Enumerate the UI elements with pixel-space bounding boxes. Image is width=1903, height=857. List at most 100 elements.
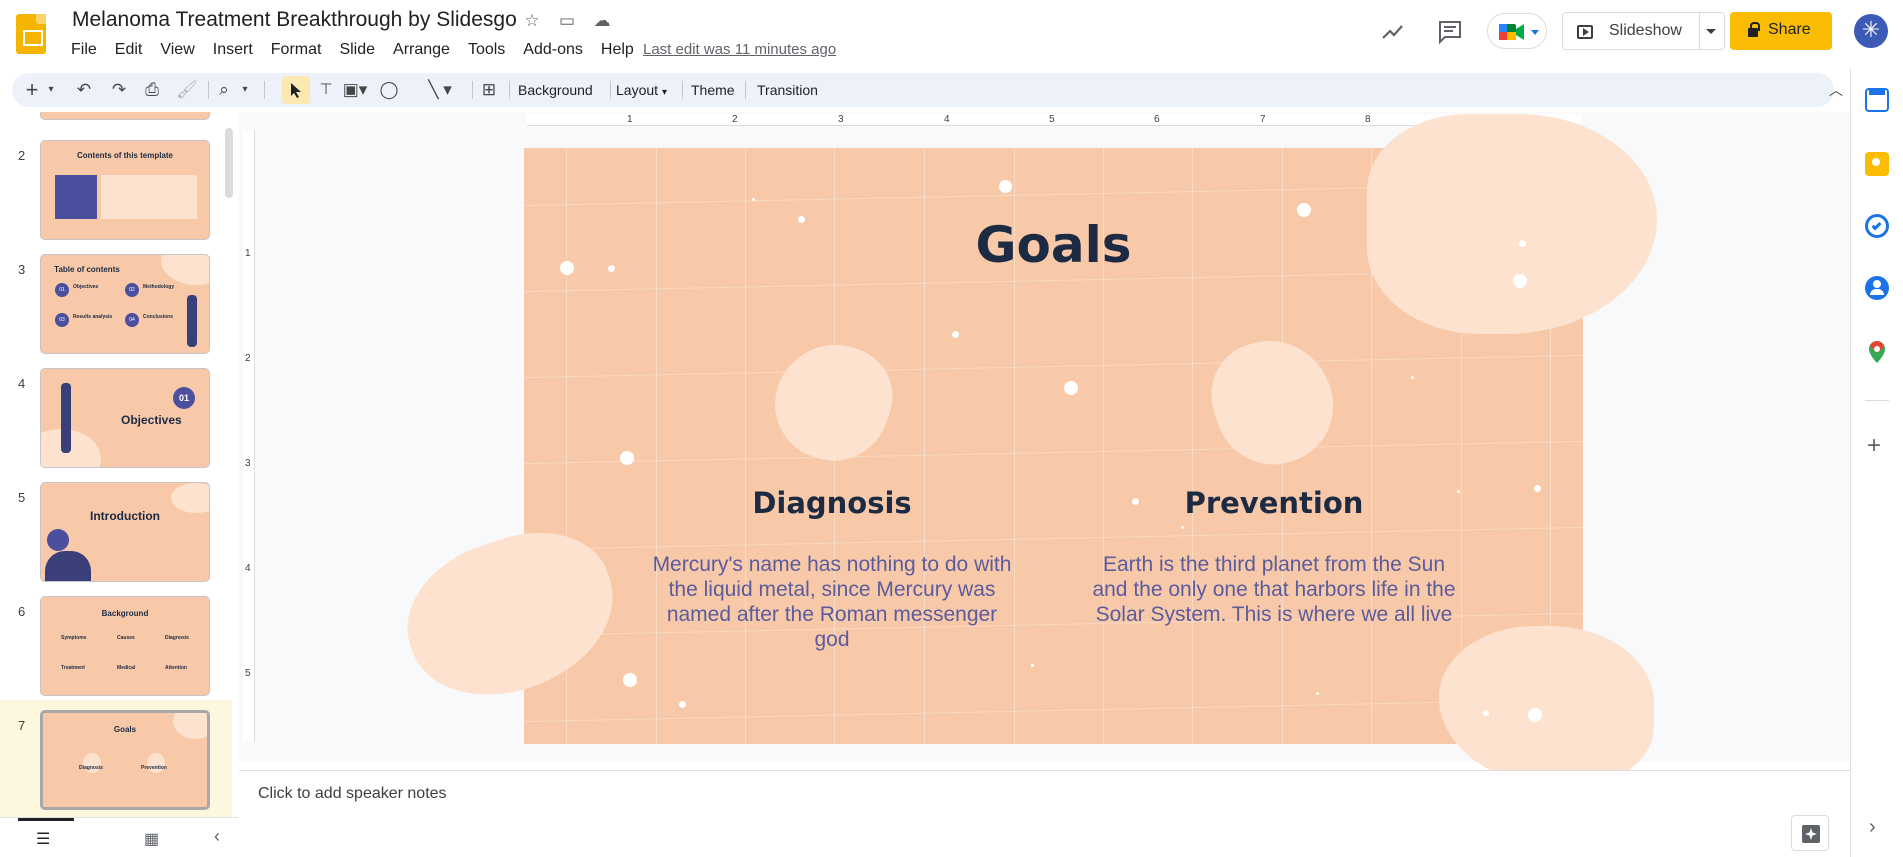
slide-thumbnail-6[interactable]: Background Symptoms Causes Diagnosis Tre… bbox=[40, 596, 210, 696]
meet-video-icon bbox=[1499, 24, 1524, 40]
header: Melanoma Treatment Breakthrough by Slide… bbox=[0, 0, 1903, 68]
new-slide-dropdown-icon[interactable]: ▾ bbox=[44, 73, 58, 107]
slideshow-button[interactable]: Slideshow bbox=[1562, 12, 1725, 50]
decor-blob-bottom-right[interactable] bbox=[1439, 626, 1654, 786]
background-button[interactable]: Background bbox=[518, 73, 593, 107]
filmstrip: 2 Contents of this template 3 Table of c… bbox=[0, 112, 238, 817]
menu-file[interactable]: File bbox=[62, 40, 106, 62]
slideshow-dropdown-icon[interactable] bbox=[1706, 29, 1716, 34]
filmstrip-row-3[interactable]: 3 Table of contents 01 Objectives 02 Met… bbox=[0, 244, 232, 356]
filmstrip-footer: ☰ ▦ ‹ bbox=[0, 817, 238, 857]
filmstrip-row-7[interactable]: 7 Goals Diagnosis Prevention bbox=[0, 700, 232, 817]
add-addon-icon[interactable]: + bbox=[1867, 434, 1881, 458]
cursor-arrow-icon bbox=[291, 83, 301, 98]
meet-button[interactable] bbox=[1487, 13, 1547, 49]
print-icon[interactable]: ⎙ bbox=[140, 73, 164, 107]
filmstrip-row-6[interactable]: 6 Background Symptoms Causes Diagnosis T… bbox=[0, 586, 232, 698]
slide-thumbnail-4[interactable]: 01 Objectives bbox=[40, 368, 210, 468]
menu-bar: File Edit View Insert Format Slide Arran… bbox=[62, 40, 643, 62]
menu-slide[interactable]: Slide bbox=[330, 40, 384, 62]
add-comment-icon[interactable]: ⊞ bbox=[477, 73, 501, 107]
assist-button[interactable] bbox=[1791, 815, 1829, 851]
grid-view-icon[interactable]: ▦ bbox=[144, 829, 159, 849]
slide-number: 6 bbox=[18, 604, 26, 619]
menu-edit[interactable]: Edit bbox=[106, 40, 152, 62]
slide-number: 5 bbox=[18, 490, 26, 505]
cloud-saved-icon[interactable]: ☁ bbox=[591, 10, 613, 32]
keep-icon[interactable] bbox=[1865, 152, 1889, 176]
toolbar: + ▾ ↶ ↷ ⎙ 🖌 ⌕ ▾ ⊤ ▣▾ ◯ ╲ ▾ ⊞ Background … bbox=[12, 73, 1843, 107]
decor-blob-right-column[interactable] bbox=[1197, 324, 1349, 480]
slide-thumbnail-7[interactable]: Goals Diagnosis Prevention bbox=[40, 710, 210, 810]
thumb-title: Contents of this template bbox=[76, 151, 173, 160]
vertical-ruler: 1 2 3 4 5 bbox=[243, 130, 255, 742]
move-folder-icon[interactable]: ▭ bbox=[556, 10, 578, 32]
slide-number: 2 bbox=[18, 148, 26, 163]
filmstrip-row-4[interactable]: 4 01 Objectives bbox=[0, 358, 232, 470]
notes-resize-handle[interactable] bbox=[1032, 763, 1058, 775]
select-tool-button[interactable] bbox=[282, 76, 310, 104]
star-icon[interactable]: ☆ bbox=[521, 10, 543, 32]
zoom-icon[interactable]: ⌕ bbox=[212, 73, 236, 107]
character-illustration bbox=[61, 383, 71, 453]
slide-thumbnail-1[interactable] bbox=[40, 112, 210, 120]
speaker-notes-placeholder[interactable]: Click to add speaker notes bbox=[258, 785, 447, 803]
thumb-title: Table of contents bbox=[54, 265, 120, 274]
account-avatar[interactable] bbox=[1854, 14, 1888, 48]
calendar-icon[interactable] bbox=[1865, 88, 1889, 112]
decor-blob-left-column[interactable] bbox=[759, 328, 907, 476]
menu-help[interactable]: Help bbox=[592, 40, 643, 62]
theme-button[interactable]: Theme bbox=[691, 73, 735, 107]
speaker-notes-panel[interactable]: Click to add speaker notes bbox=[239, 770, 1850, 857]
slides-logo-icon[interactable] bbox=[16, 14, 46, 54]
comments-icon[interactable] bbox=[1437, 19, 1463, 45]
left-column-body[interactable]: Mercury's name has nothing to do with th… bbox=[652, 552, 1012, 652]
new-slide-icon[interactable]: + bbox=[20, 73, 44, 107]
share-button[interactable]: Share bbox=[1730, 12, 1832, 50]
list-view-icon[interactable]: ☰ bbox=[36, 829, 50, 849]
lock-icon bbox=[1748, 22, 1760, 37]
menu-insert[interactable]: Insert bbox=[204, 40, 262, 62]
layout-dropdown-icon: ▾ bbox=[661, 87, 667, 98]
paint-format-icon[interactable]: 🖌 bbox=[175, 73, 199, 107]
contacts-icon[interactable] bbox=[1865, 276, 1889, 300]
undo-icon[interactable]: ↶ bbox=[72, 73, 96, 107]
slide-thumbnail-2[interactable]: Contents of this template bbox=[40, 140, 210, 240]
menu-addons[interactable]: Add-ons bbox=[514, 40, 592, 62]
document-title[interactable]: Melanoma Treatment Breakthrough by Slide… bbox=[72, 8, 517, 32]
tasks-icon[interactable] bbox=[1865, 214, 1889, 238]
right-column-heading[interactable]: Prevention bbox=[1094, 486, 1454, 520]
filmstrip-scrollbar[interactable] bbox=[225, 128, 233, 198]
redo-icon[interactable]: ↷ bbox=[107, 73, 131, 107]
text-box-icon[interactable]: ⊤ bbox=[314, 73, 338, 107]
collapse-filmstrip-icon[interactable]: ‹ bbox=[214, 826, 220, 847]
menu-view[interactable]: View bbox=[151, 40, 203, 62]
filmstrip-row-2[interactable]: 2 Contents of this template bbox=[0, 130, 232, 242]
collapse-toolbar-icon[interactable]: ︿ bbox=[1824, 73, 1848, 107]
transition-button[interactable]: Transition bbox=[757, 73, 818, 107]
slide-thumbnail-3[interactable]: Table of contents 01 Objectives 02 Metho… bbox=[40, 254, 210, 354]
layout-button[interactable]: Layout ▾ bbox=[616, 73, 667, 107]
shape-icon[interactable]: ◯ bbox=[377, 73, 401, 107]
expand-side-panel-icon[interactable]: › bbox=[1869, 816, 1876, 839]
menu-tools[interactable]: Tools bbox=[459, 40, 514, 62]
side-panel: + › bbox=[1850, 68, 1903, 857]
right-column-body[interactable]: Earth is the third planet from the Sun a… bbox=[1089, 552, 1459, 627]
meet-dropdown-icon bbox=[1531, 30, 1539, 35]
slide-thumbnail-5[interactable]: Introduction bbox=[40, 482, 210, 582]
menu-format[interactable]: Format bbox=[262, 40, 331, 62]
maps-icon[interactable] bbox=[1866, 340, 1888, 364]
filmstrip-row-5[interactable]: 5 Introduction bbox=[0, 472, 232, 584]
insert-image-icon[interactable]: ▣▾ bbox=[337, 73, 373, 107]
activity-trend-icon[interactable] bbox=[1381, 20, 1405, 44]
menu-arrange[interactable]: Arrange bbox=[384, 40, 459, 62]
character-illustration bbox=[187, 295, 197, 347]
last-edit-link[interactable]: Last edit was 11 minutes ago bbox=[643, 41, 836, 58]
layout-label: Layout bbox=[616, 82, 659, 98]
slide-title[interactable]: Goals bbox=[524, 216, 1583, 274]
slide-canvas[interactable]: Goals Diagnosis Mercury's name has nothi… bbox=[387, 114, 1657, 786]
zoom-dropdown-icon[interactable]: ▾ bbox=[238, 73, 252, 107]
line-icon[interactable]: ╲ ▾ bbox=[417, 73, 463, 107]
slide-number: 4 bbox=[18, 376, 26, 391]
left-column-heading[interactable]: Diagnosis bbox=[652, 486, 1012, 520]
